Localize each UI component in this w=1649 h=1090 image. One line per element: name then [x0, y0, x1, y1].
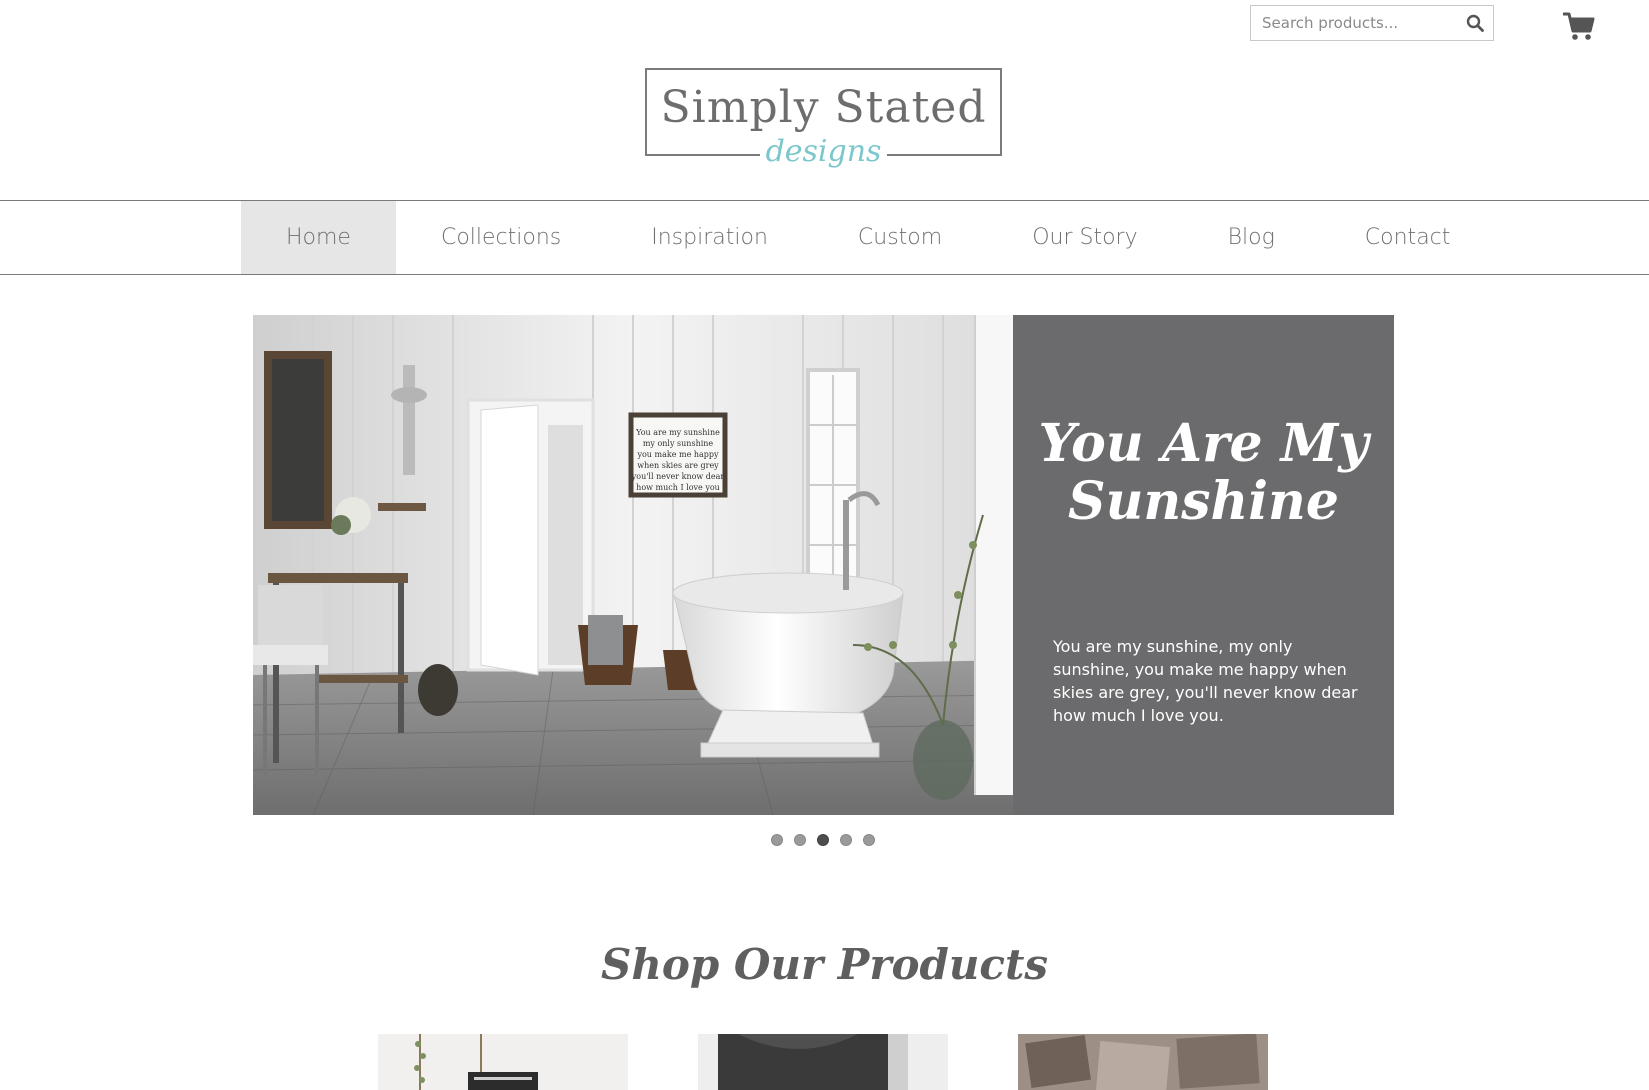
nav-item-custom[interactable]: Custom	[813, 201, 987, 274]
site-logo[interactable]: Simply Stated designs	[645, 68, 1002, 169]
nav-item-contact[interactable]: Contact	[1320, 201, 1496, 274]
nav-item-inspiration[interactable]: Inspiration	[606, 201, 813, 274]
nav-item-blog[interactable]: Blog	[1183, 201, 1320, 274]
wrapped-canvas-product-image	[698, 1034, 948, 1090]
search-input[interactable]	[1251, 6, 1457, 40]
hero-title-line-2: Sunshine	[1068, 471, 1339, 532]
sign-line-4: when skies are grey	[637, 461, 719, 470]
main-nav: Home Collections Inspiration Custom Our …	[0, 200, 1649, 275]
hero-image: You are my sunshine my only sunshine you…	[253, 315, 1013, 815]
bathroom-scene-image: You are my sunshine my only sunshine you…	[253, 315, 1013, 815]
slider-pagination	[771, 834, 875, 846]
cart-button[interactable]	[1562, 11, 1596, 41]
shopping-cart-icon	[1563, 12, 1595, 40]
hero-slider[interactable]: You are my sunshine my only sunshine you…	[253, 315, 1394, 815]
hero-title: You Are My Sunshine	[1013, 415, 1394, 531]
sign-line-5: you'll never know dear	[631, 472, 725, 481]
hero-caption-panel: You Are My Sunshine You are my sunshine,…	[1013, 315, 1394, 815]
sign-line-6: how much I love you	[636, 483, 720, 492]
slider-dot-4[interactable]	[840, 834, 852, 846]
search-box[interactable]	[1250, 5, 1494, 41]
product-card-1[interactable]	[378, 1034, 628, 1090]
search-button[interactable]	[1457, 6, 1493, 40]
hero-title-line-1: You Are My	[1038, 413, 1369, 474]
nav-item-our-story[interactable]: Our Story	[987, 201, 1182, 274]
slider-dot-3[interactable]	[817, 834, 829, 846]
logo-title: Simply Stated	[660, 82, 987, 133]
search-icon	[1466, 14, 1484, 32]
photo-collage-product-image	[1018, 1034, 1268, 1090]
nav-menu: Home Collections Inspiration Custom Our …	[241, 201, 1495, 274]
nav-item-home[interactable]: Home	[241, 201, 396, 274]
slider-dot-2[interactable]	[794, 834, 806, 846]
sign-line-1: You are my sunshine	[635, 428, 720, 437]
sign-line-2: my only sunshine	[643, 439, 714, 448]
sign-line-3: you make me happy	[636, 450, 719, 459]
nav-item-collections[interactable]: Collections	[396, 201, 606, 274]
hero-description: You are my sunshine, my only sunshine, y…	[1053, 637, 1358, 725]
wall-sign-product-image	[378, 1034, 628, 1090]
logo-subtitle: designs	[759, 134, 888, 169]
product-card-3[interactable]	[1018, 1034, 1268, 1090]
section-title-shop-products: Shop Our Products	[601, 940, 1048, 989]
slider-dot-1[interactable]	[771, 834, 783, 846]
slider-dot-5[interactable]	[863, 834, 875, 846]
product-card-2[interactable]	[698, 1034, 948, 1090]
